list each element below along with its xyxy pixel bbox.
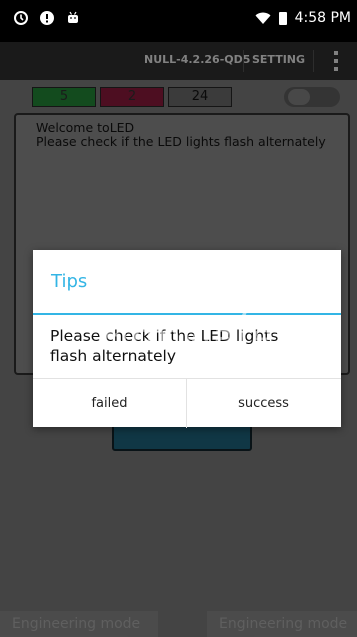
watermark-line: Factory [117, 277, 257, 321]
clock-icon [14, 11, 28, 25]
tips-dialog: Tips Please check if the LED lights flas… [33, 250, 341, 428]
wifi-icon [255, 12, 271, 24]
watermark-line: Firmware [99, 315, 275, 359]
alert-icon [40, 11, 54, 25]
failed-button[interactable]: failed [33, 379, 187, 428]
dialog-button-row: failed success [33, 378, 341, 428]
success-button[interactable]: success [187, 379, 340, 428]
android-icon [68, 11, 78, 23]
status-bar: 4:58 PM [0, 0, 357, 42]
watermark: Factory Firmware [33, 280, 341, 356]
battery-icon [278, 11, 287, 25]
status-time: 4:58 PM [294, 10, 351, 26]
